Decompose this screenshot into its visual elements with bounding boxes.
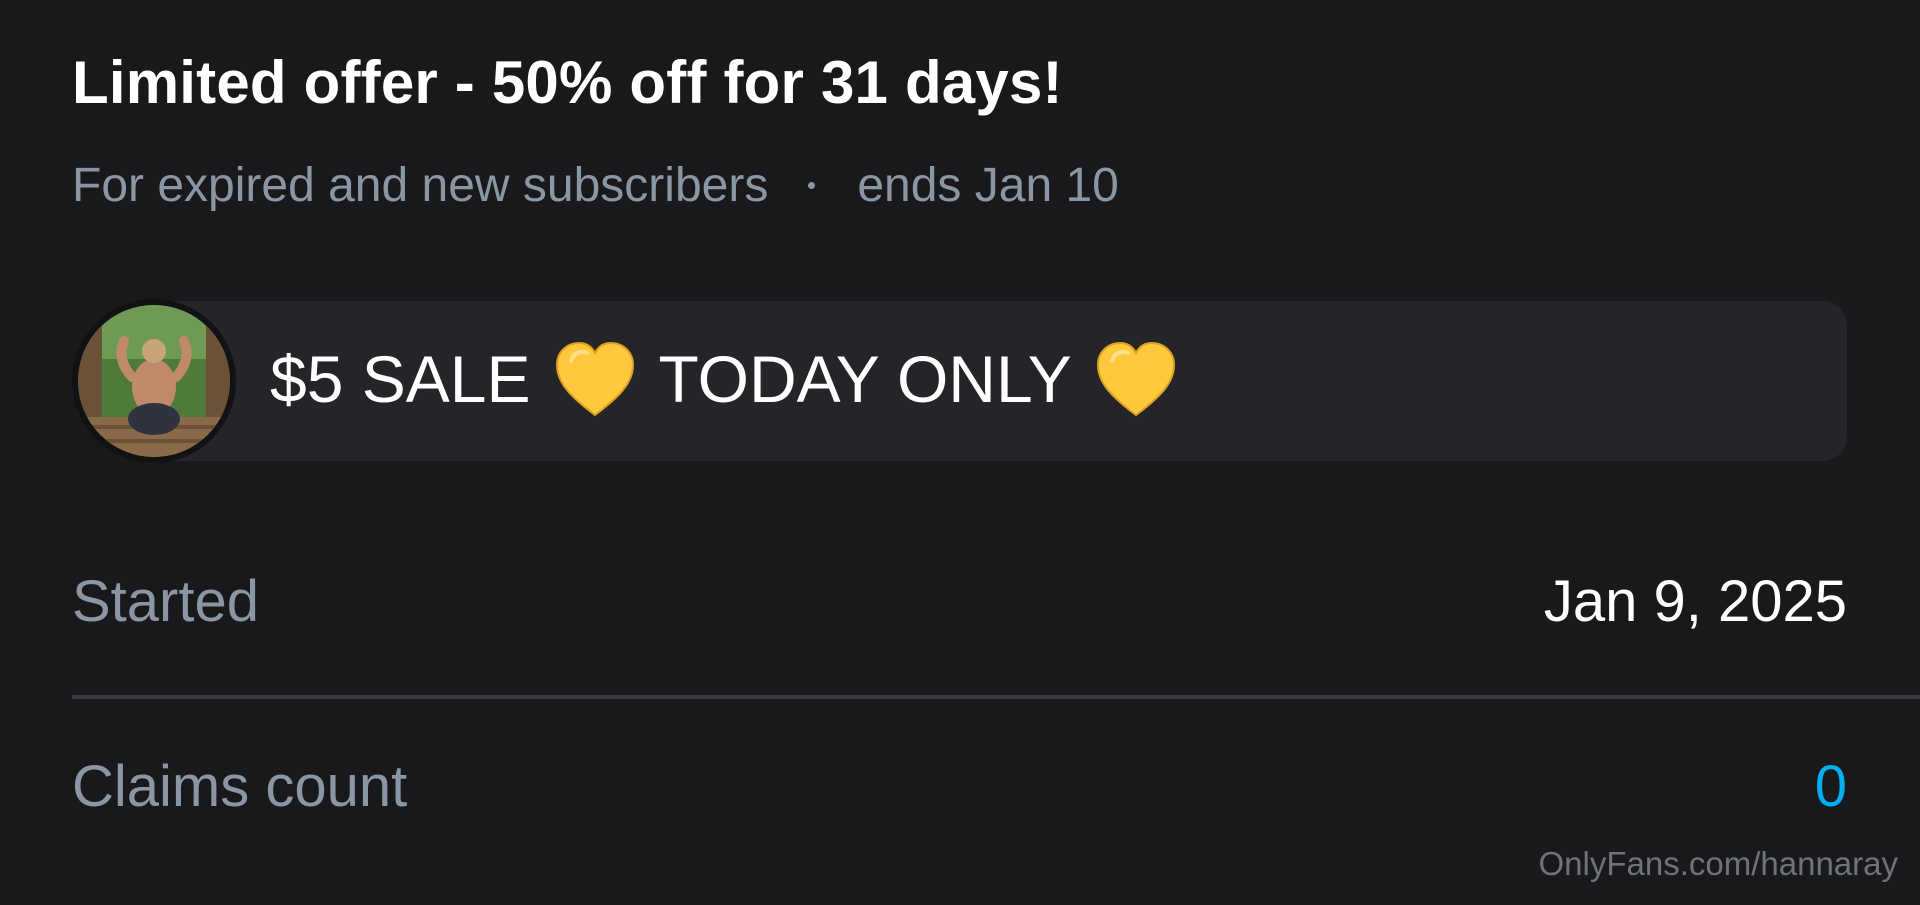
started-row: Started Jan 9, 2025 — [72, 565, 1847, 637]
claims-row: Claims count 0 — [72, 750, 1847, 822]
offer-details-screen: Limited offer - 50% off for 31 days! For… — [0, 0, 1920, 905]
offer-message[interactable]: $5 SALE TODAY ONLY — [72, 299, 1847, 463]
watermark: OnlyFans.com/hannaray — [1538, 845, 1898, 882]
avatar[interactable] — [72, 299, 236, 463]
yellow-heart-icon — [1096, 341, 1175, 417]
message-sale-text: $5 SALE — [270, 342, 531, 416]
offer-end-date: ends Jan 10 — [857, 159, 1119, 212]
started-label: Started — [72, 568, 259, 634]
started-value: Jan 9, 2025 — [1543, 568, 1847, 634]
divider — [72, 695, 1920, 699]
separator-dot — [808, 182, 816, 189]
offer-subtitle: For expired and new subscribers ends Jan… — [72, 158, 1119, 213]
offer-title: Limited offer - 50% off for 31 days! — [72, 49, 1063, 116]
offer-audience: For expired and new subscribers — [72, 159, 769, 212]
message-today-text: TODAY ONLY — [658, 342, 1072, 416]
claims-count-link[interactable]: 0 — [1815, 753, 1847, 820]
message-text: $5 SALE TODAY ONLY — [270, 339, 1200, 419]
claims-label: Claims count — [72, 753, 408, 819]
yellow-heart-icon — [555, 341, 634, 417]
